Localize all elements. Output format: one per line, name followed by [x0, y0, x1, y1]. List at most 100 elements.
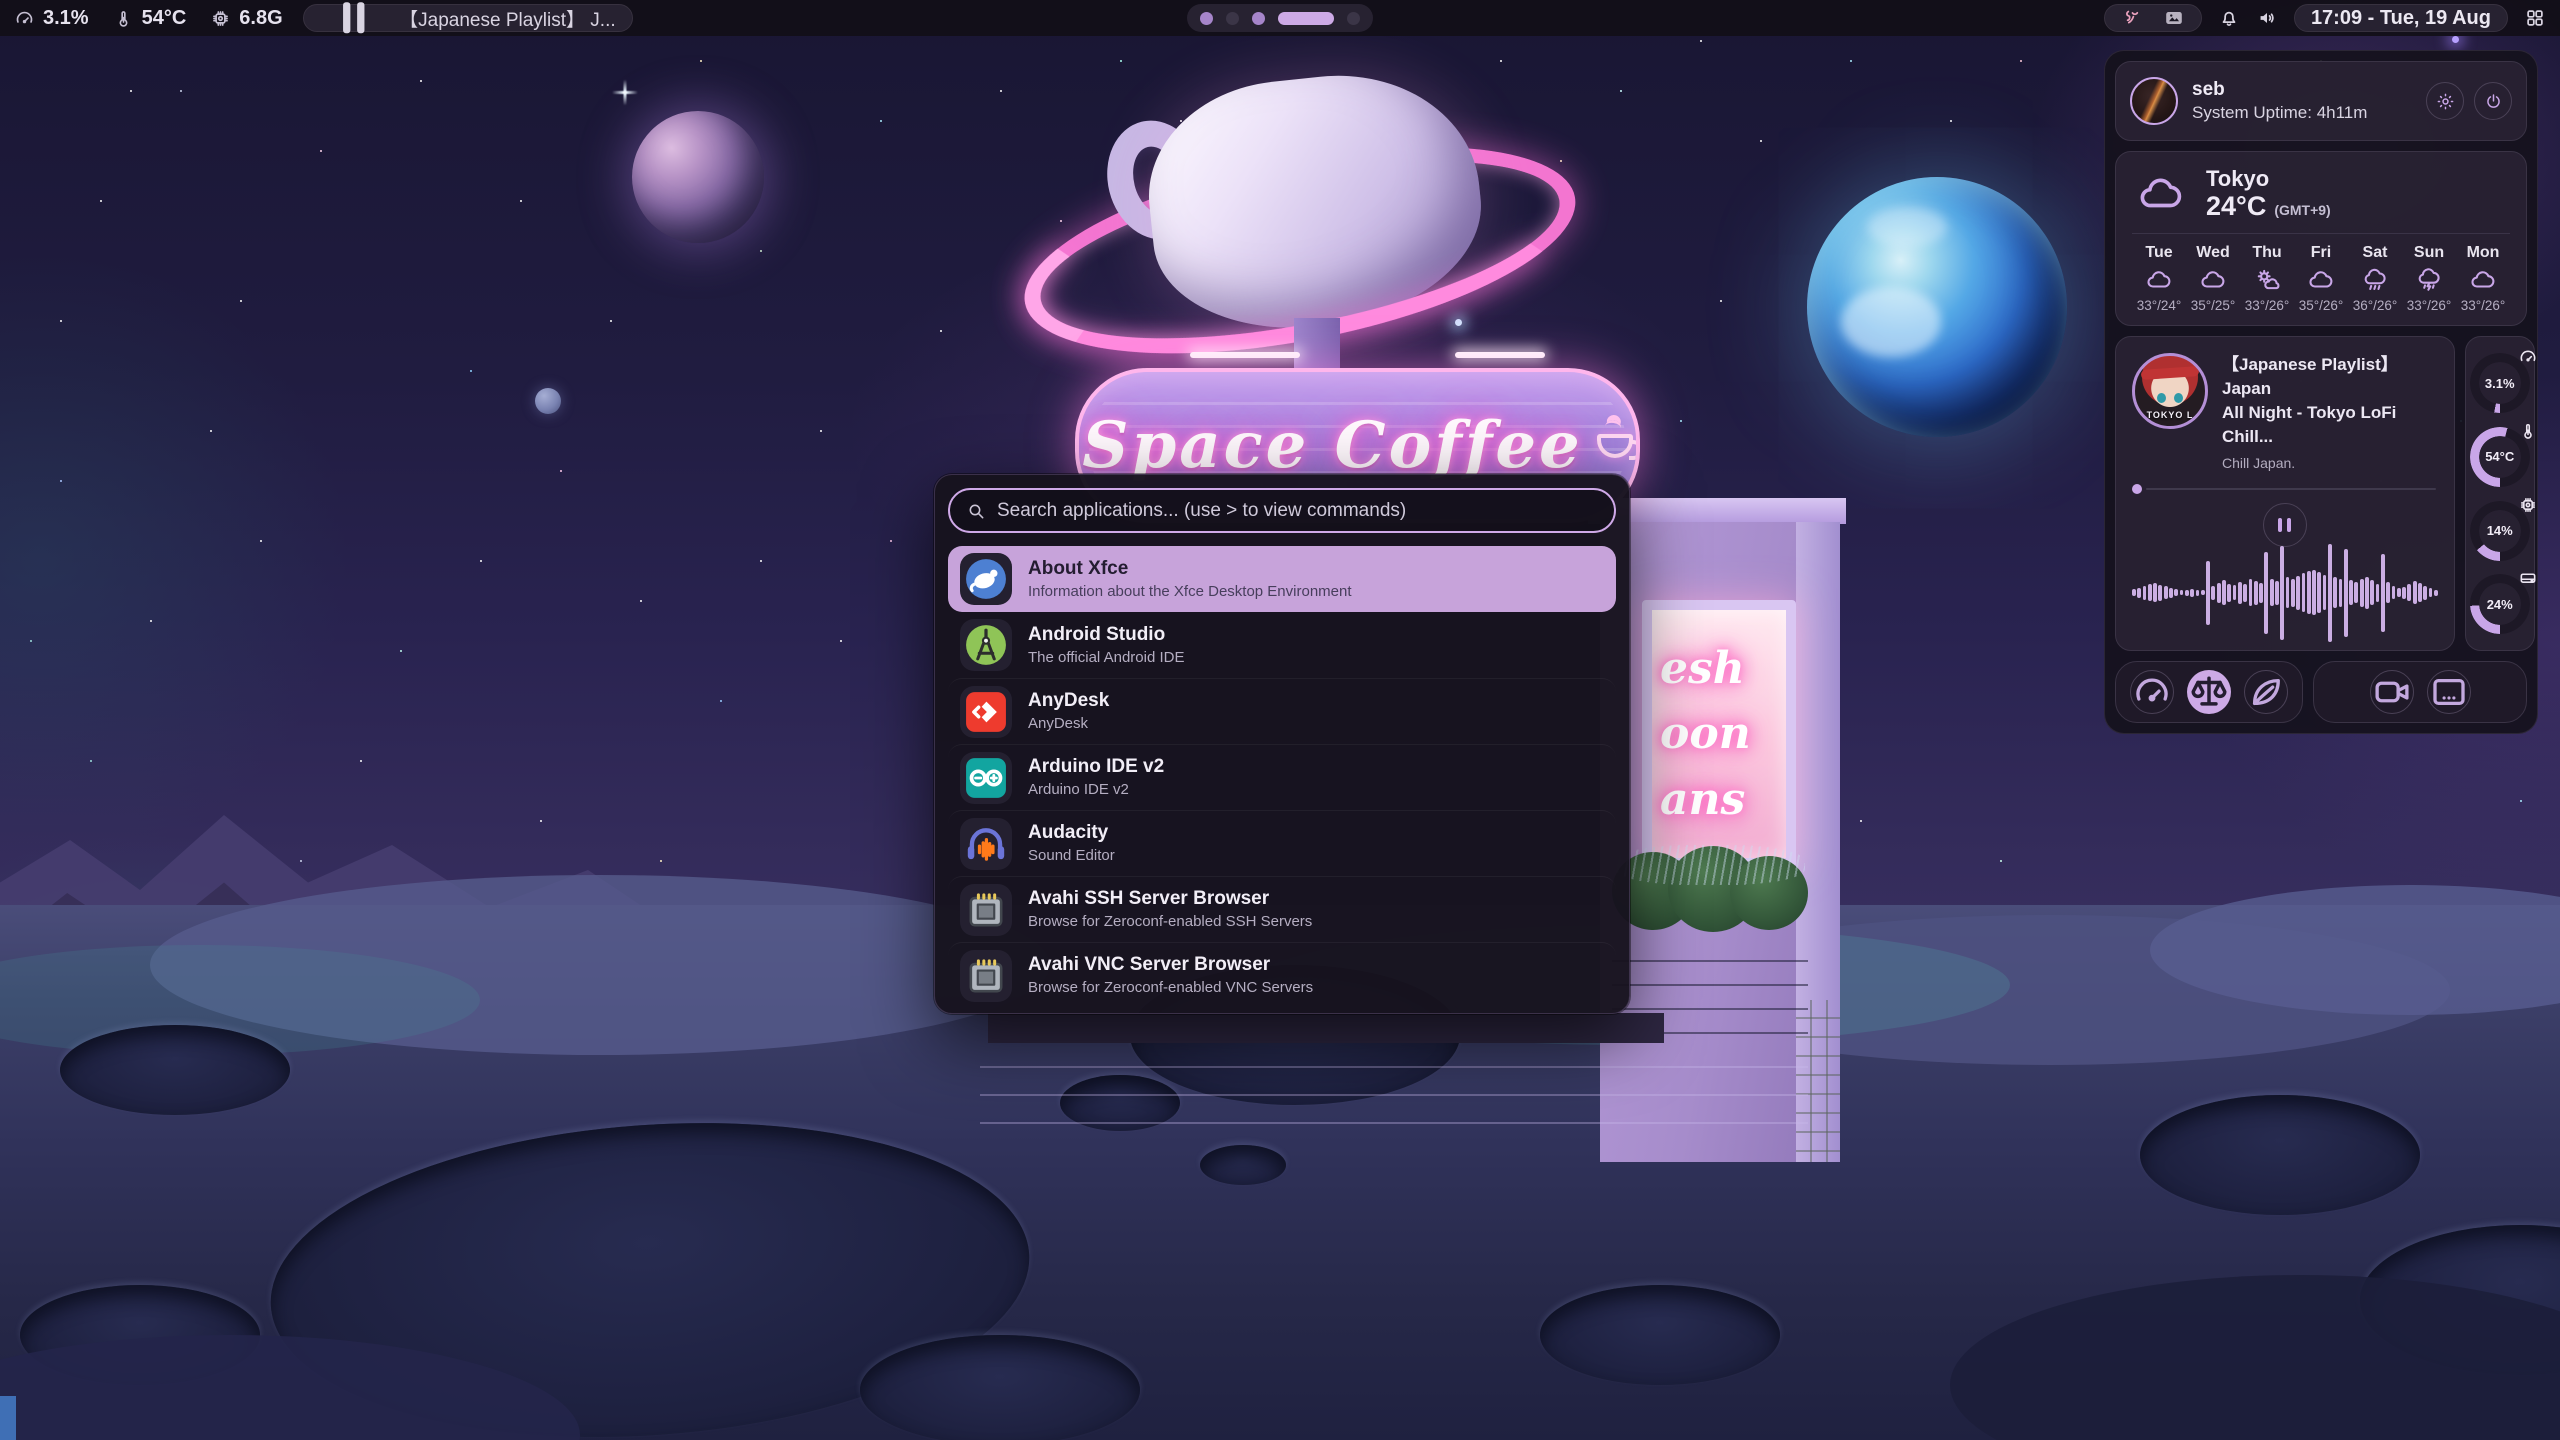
app-description: Browse for Zeroconf-enabled SSH Servers: [1028, 912, 1312, 932]
app-list-item[interactable]: About Xfce Information about the Xfce De…: [948, 546, 1616, 612]
gauge-icon: [2518, 568, 2538, 588]
app-description: AnyDesk: [1028, 714, 1109, 734]
power-profiles-group: [2115, 661, 2303, 723]
forecast-icon: [2362, 267, 2388, 293]
track-subtitle: Chill Japan.: [2222, 455, 2438, 471]
app-launcher: About Xfce Information about the Xfce De…: [934, 474, 1630, 1014]
weather-card: Tokyo 24°C (GMT+9) Tue 33°/24° Wed 35°/2…: [2115, 151, 2527, 326]
app-icon: [960, 818, 1012, 870]
star-glow: [1455, 319, 1462, 326]
profile-gauge-button[interactable]: [2130, 670, 2174, 714]
progress-handle[interactable]: [2132, 484, 2142, 494]
app-list-item[interactable]: Audacity Sound Editor: [948, 810, 1616, 876]
user-actions: [2426, 82, 2512, 120]
forecast-icon: [2254, 267, 2280, 293]
tray-app-icon[interactable]: [2121, 7, 2143, 29]
app-name: Avahi SSH Server Browser: [1028, 887, 1312, 912]
system-stats: 3.1% 54°C 6.8G: [14, 7, 283, 30]
weather-city: Tokyo: [2206, 166, 2331, 191]
album-art-detail: [2174, 393, 2183, 403]
gauge-icon: [2518, 421, 2538, 441]
bell-icon[interactable]: [2218, 7, 2240, 29]
track-progress[interactable]: [2132, 484, 2438, 494]
earth-planet: [1807, 177, 2067, 437]
system-gauge: 54°C: [2466, 423, 2534, 491]
workspace-dot-2[interactable]: [1226, 12, 1239, 25]
album-art-text: TOKYO L: [2135, 410, 2205, 420]
divider: [2132, 233, 2510, 234]
media-player-card: TOKYO L 【Japanese Playlist】 Japan All Ni…: [2115, 336, 2455, 651]
cafe-steps: [980, 1040, 1808, 1126]
crater: [2140, 1095, 2420, 1215]
star-cross: [612, 80, 638, 106]
album-art: TOKYO L: [2132, 353, 2208, 429]
power-button[interactable]: [2474, 82, 2512, 120]
storefront-base: [988, 1013, 1664, 1043]
star-glow: [2452, 36, 2459, 43]
system-stat: 3.1%: [14, 7, 89, 30]
forecast-day: Sun 33°/26°: [2402, 244, 2456, 313]
earth-cloud: [1867, 207, 1947, 247]
app-name: Arduino IDE v2: [1028, 755, 1164, 780]
forecast-day: Thu 33°/26°: [2240, 244, 2294, 313]
app-description: Browse for Zeroconf-enabled VNC Servers: [1028, 978, 1313, 998]
settings-button[interactable]: [2426, 82, 2464, 120]
desktop: esh oon ans Space Coffee 3.1% 54°C 6.8G …: [0, 0, 2560, 1440]
camera-button[interactable]: [2370, 670, 2414, 714]
app-list-item[interactable]: Avahi VNC Server Browser Browse for Zero…: [948, 942, 1616, 1008]
overview-grid-icon[interactable]: [2524, 7, 2546, 29]
forecast-icon: [2470, 267, 2496, 293]
capture-group: [2313, 661, 2527, 723]
app-description: Arduino IDE v2: [1028, 780, 1164, 800]
system-gauge: 3.1%: [2466, 349, 2534, 417]
app-list-item[interactable]: AnyDesk AnyDesk: [948, 678, 1616, 744]
progress-track: [2146, 488, 2436, 490]
workspace-indicator[interactable]: [1187, 4, 1373, 32]
weather-current: Tokyo 24°C (GMT+9): [2206, 166, 2331, 222]
window-neon-text: ans: [1660, 771, 1786, 828]
system-tray[interactable]: [2104, 4, 2202, 32]
image-tray-icon[interactable]: [2163, 7, 2185, 29]
app-name: About Xfce: [1028, 557, 1352, 582]
workspace-dot-3[interactable]: [1252, 12, 1265, 25]
system-gauge: 24%: [2466, 570, 2534, 638]
speaker-icon[interactable]: [2256, 7, 2278, 29]
search-box[interactable]: [948, 488, 1616, 533]
system-uptime: System Uptime: 4h11m: [2192, 103, 2367, 123]
top-bar-right: 17:09 - Tue, 19 Aug: [2104, 4, 2546, 32]
app-list-item[interactable]: Android Studio The official Android IDE: [948, 612, 1616, 678]
workspace-dot-4[interactable]: [1278, 12, 1334, 25]
forecast-day: Sat 36°/26°: [2348, 244, 2402, 313]
gauge-icon: [2518, 347, 2538, 367]
search-input[interactable]: [997, 500, 1598, 522]
cloud-icon: [2132, 171, 2190, 217]
now-playing-pill[interactable]: 【Japanese Playlist】 J...: [303, 4, 633, 32]
forecast-day: Tue 33°/24°: [2132, 244, 2186, 313]
pause-button[interactable]: [2263, 503, 2307, 547]
app-icon: [960, 686, 1012, 738]
profile-scales-button[interactable]: [2187, 670, 2231, 714]
forecast-day: Wed 35°/25°: [2186, 244, 2240, 313]
app-list-item[interactable]: Avahi SSH Server Browser Browse for Zero…: [948, 876, 1616, 942]
app-description: The official Android IDE: [1028, 648, 1184, 668]
gauge-icon: [2518, 495, 2538, 515]
forecast-day: Mon 33°/26°: [2456, 244, 2510, 313]
app-icon: [960, 619, 1012, 671]
audio-visualizer: [2132, 547, 2438, 634]
workspace-dot-1[interactable]: [1200, 12, 1213, 25]
cafe-window: esh oon ans: [1642, 600, 1796, 868]
clock-pill[interactable]: 17:09 - Tue, 19 Aug: [2294, 4, 2508, 32]
screen-button[interactable]: [2427, 670, 2471, 714]
earth-cloud: [1841, 287, 1941, 357]
weather-timezone: (GMT+9): [2274, 202, 2330, 218]
app-icon: [960, 752, 1012, 804]
profile-leaf-button[interactable]: [2244, 670, 2288, 714]
quick-actions-row: [2115, 661, 2527, 723]
workspace-dot-5[interactable]: [1347, 12, 1360, 25]
app-description: Sound Editor: [1028, 846, 1115, 866]
wallpaper-detail: [0, 1396, 16, 1440]
system-gauges-card: 3.1% 54°C 14% 24%: [2465, 336, 2535, 651]
control-panel: seb System Uptime: 4h11m Tokyo 24°C (GMT…: [2104, 50, 2538, 734]
system-stat: 54°C: [113, 7, 187, 30]
app-list-item[interactable]: Arduino IDE v2 Arduino IDE v2: [948, 744, 1616, 810]
